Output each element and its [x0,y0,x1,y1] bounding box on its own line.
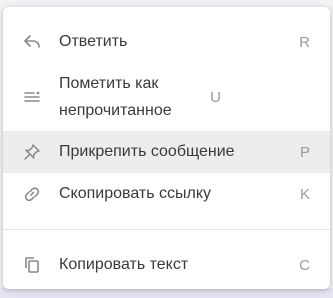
menu-item-pin-message[interactable]: Прикрепить сообщение P [3,131,330,173]
menu-item-label: Ответить [59,33,128,50]
menu-item-label: Прикрепить сообщение [59,143,235,160]
shortcut-hint: U [210,88,221,106]
menu-divider [3,229,330,230]
menu-item-mark-unread[interactable]: Пометить как непрочитанное U [3,63,330,131]
menu-item-copy-text[interactable]: Копировать текст C [3,244,330,286]
menu-item-label: Скопировать ссылку [59,185,212,202]
shortcut-hint: P [299,143,310,161]
menu-item-reply[interactable]: Ответить R [3,21,330,63]
mark-unread-icon [21,86,43,108]
background-strip [0,288,333,298]
shortcut-hint: C [299,256,310,274]
link-icon [21,183,43,205]
reply-icon [21,31,43,53]
shortcut-hint: R [299,33,310,51]
menu-item-copy-link[interactable]: Скопировать ссылку K [3,173,330,215]
context-menu: Ответить R Пометить как непрочитанное U … [3,7,330,289]
copy-icon [21,254,43,276]
menu-item-label: Пометить как непрочитанное [59,75,172,119]
pin-icon [21,141,43,163]
menu-item-label: Копировать текст [59,256,189,273]
shortcut-hint: K [299,185,310,203]
